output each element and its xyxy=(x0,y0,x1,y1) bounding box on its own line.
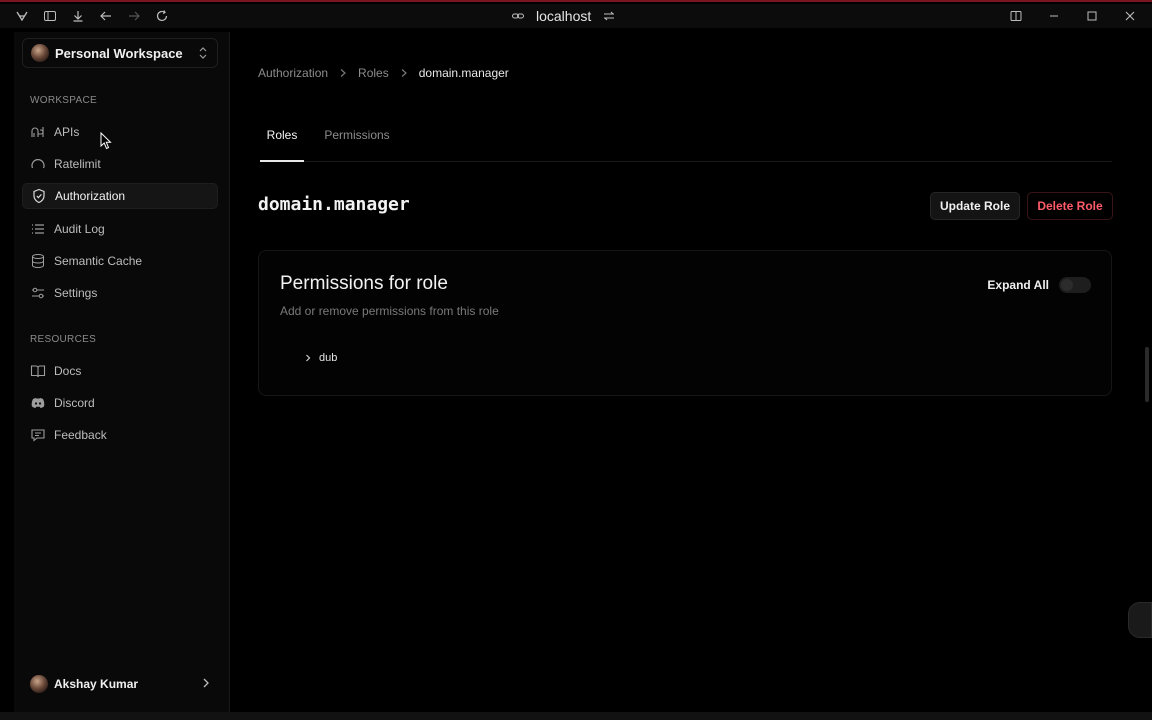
floating-widget-button[interactable] xyxy=(1128,602,1152,638)
window-controls xyxy=(1008,4,1138,28)
sidebar-item-label: Docs xyxy=(54,364,82,378)
section-label-workspace: WORKSPACE xyxy=(30,95,97,106)
sidebar-item-ratelimit[interactable]: Ratelimit xyxy=(22,151,218,177)
browser-logo-icon[interactable] xyxy=(14,8,30,24)
sidebar: Personal Workspace WORKSPACE APIs Rateli… xyxy=(14,32,230,712)
expand-all-label: Expand All xyxy=(987,278,1049,292)
reload-icon[interactable] xyxy=(154,8,170,24)
gauge-icon xyxy=(30,156,46,172)
discord-icon xyxy=(30,395,46,411)
chevron-right-icon xyxy=(303,353,313,363)
breadcrumb-roles[interactable]: Roles xyxy=(358,66,389,80)
tab-permissions[interactable]: Permissions xyxy=(322,124,392,162)
sliders-icon xyxy=(30,285,46,301)
workspace-avatar xyxy=(31,44,49,62)
delete-role-button[interactable]: Delete Role xyxy=(1027,192,1113,220)
database-icon xyxy=(30,253,46,269)
expand-all-control: Expand All xyxy=(987,277,1091,293)
forward-arrow-icon[interactable] xyxy=(126,8,142,24)
update-role-button[interactable]: Update Role xyxy=(930,192,1020,220)
address-bar[interactable]: localhost xyxy=(510,4,617,28)
breadcrumb: Authorization Roles domain.manager xyxy=(258,66,509,80)
maximize-icon[interactable] xyxy=(1084,8,1100,24)
sidebar-item-feedback[interactable]: Feedback xyxy=(22,422,218,448)
main-content: Authorization Roles domain.manager Roles… xyxy=(230,32,1140,712)
sidebar-item-discord[interactable]: Discord xyxy=(22,390,218,416)
permissions-card: Permissions for role Add or remove permi… xyxy=(258,250,1112,396)
sidebar-item-apis[interactable]: APIs xyxy=(22,119,218,145)
sidebar-item-docs[interactable]: Docs xyxy=(22,358,218,384)
title-bar: localhost xyxy=(0,4,1152,28)
permission-item-dub[interactable]: dub xyxy=(303,352,337,364)
split-view-icon[interactable] xyxy=(1008,8,1024,24)
card-title: Permissions for role xyxy=(280,273,448,294)
toggle-knob xyxy=(1061,279,1073,291)
download-icon[interactable] xyxy=(70,8,86,24)
book-icon xyxy=(30,363,46,379)
sidebar-item-label: Audit Log xyxy=(54,222,105,236)
chevron-right-icon xyxy=(200,676,212,695)
back-arrow-icon[interactable] xyxy=(98,8,114,24)
sidebar-item-label: Authorization xyxy=(55,189,126,203)
message-icon xyxy=(30,427,46,443)
permission-label: dub xyxy=(319,352,338,364)
minimize-icon[interactable] xyxy=(1046,8,1062,24)
site-settings-icon[interactable] xyxy=(601,8,617,24)
browser-window: localhost Personal Workspace WORKSPACE A… xyxy=(0,0,1152,720)
link-icon xyxy=(510,8,526,24)
user-avatar xyxy=(30,675,48,693)
breadcrumb-authorization[interactable]: Authorization xyxy=(258,66,328,80)
page-title: domain.manager xyxy=(258,194,410,215)
section-label-resources: RESOURCES xyxy=(30,334,97,345)
expand-all-toggle[interactable] xyxy=(1059,277,1091,293)
sidebar-item-label: Feedback xyxy=(54,428,107,442)
taskbar-strip xyxy=(0,712,1152,720)
list-icon xyxy=(30,221,46,237)
sidebar-item-semantic-cache[interactable]: Semantic Cache xyxy=(22,248,218,274)
tab-roles[interactable]: Roles xyxy=(260,124,304,162)
sidebar-item-authorization[interactable]: Authorization xyxy=(22,183,218,209)
sidebar-toggle-icon[interactable] xyxy=(42,8,58,24)
user-menu[interactable]: Akshay Kumar xyxy=(22,672,218,696)
api-icon xyxy=(30,124,46,140)
chevron-right-icon xyxy=(399,68,409,78)
breadcrumb-current: domain.manager xyxy=(418,66,509,80)
sidebar-item-label: Semantic Cache xyxy=(54,254,143,268)
sidebar-item-label: APIs xyxy=(54,125,80,139)
sidebar-item-audit-log[interactable]: Audit Log xyxy=(22,216,218,242)
url-text[interactable]: localhost xyxy=(536,8,591,24)
user-name: Akshay Kumar xyxy=(54,677,139,691)
page-scrollbar[interactable] xyxy=(1145,347,1149,402)
workspace-name: Personal Workspace xyxy=(55,45,183,61)
sidebar-item-label: Ratelimit xyxy=(54,157,101,171)
tab-bar: Roles Permissions xyxy=(260,124,1112,162)
card-subtitle: Add or remove permissions from this role xyxy=(280,304,499,318)
sidebar-item-label: Discord xyxy=(54,396,95,410)
title-bar-left-controls xyxy=(14,4,170,28)
chevron-up-down-icon xyxy=(197,46,209,65)
shield-icon xyxy=(31,188,47,204)
close-icon[interactable] xyxy=(1122,8,1138,24)
sidebar-item-label: Settings xyxy=(54,286,98,300)
workspace-switcher[interactable]: Personal Workspace xyxy=(22,38,218,68)
chevron-right-icon xyxy=(338,68,348,78)
sidebar-item-settings[interactable]: Settings xyxy=(22,280,218,306)
mouse-cursor-icon xyxy=(100,132,112,150)
